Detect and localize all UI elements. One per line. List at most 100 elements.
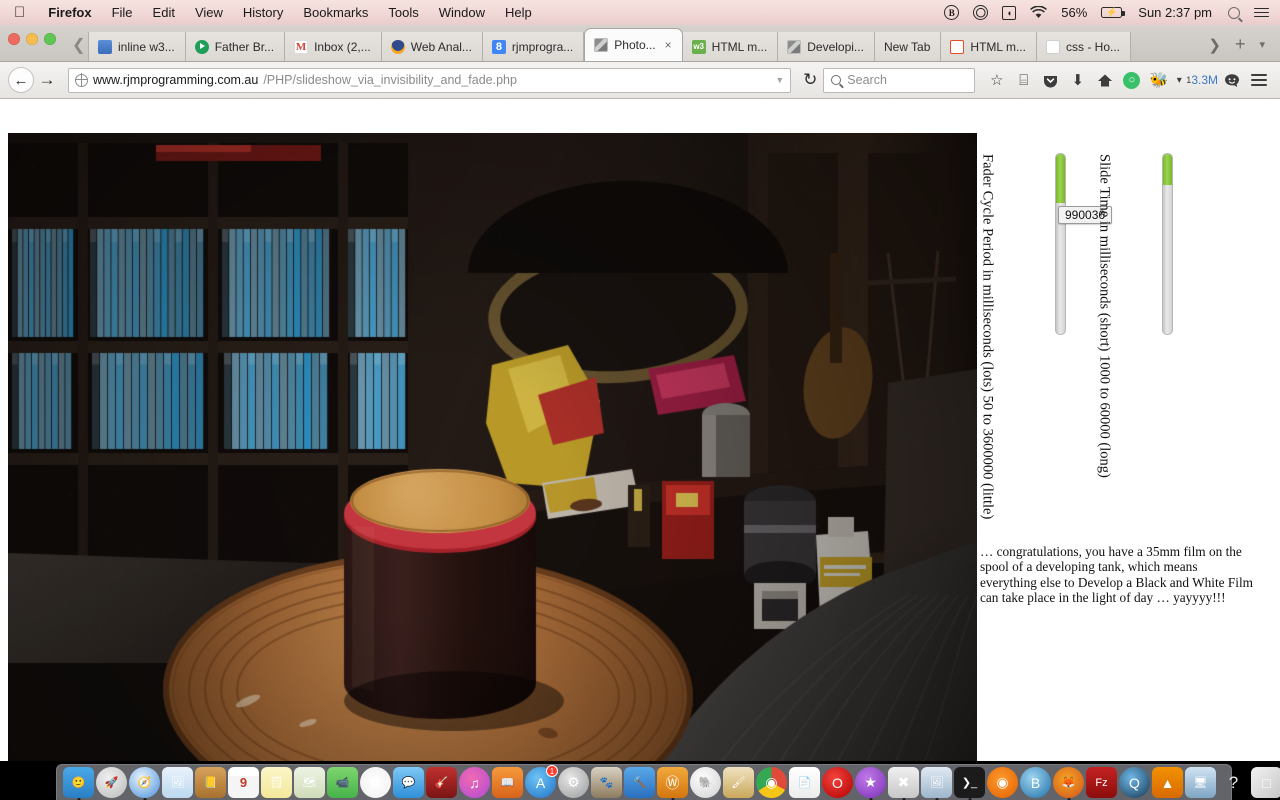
tab-developing[interactable]: Developi...: [778, 32, 875, 61]
tab-css-ho[interactable]: css - Ho...: [1037, 32, 1131, 61]
fader-cycle-period-slider[interactable]: [1055, 153, 1066, 335]
messages-icon[interactable]: 💬: [393, 767, 424, 798]
close-tab-icon[interactable]: ×: [665, 38, 672, 52]
gimp-icon[interactable]: 🐾: [591, 767, 622, 798]
tab-father-br[interactable]: Father Br...: [186, 32, 285, 61]
avast-icon[interactable]: ◉: [987, 767, 1018, 798]
list-all-tabs-icon[interactable]: ▾: [1252, 38, 1272, 51]
home-icon[interactable]: [1091, 67, 1118, 93]
tab-rjmprogramming[interactable]: 8 rjmprogra...: [483, 32, 584, 61]
new-tab-button[interactable]: +: [1228, 34, 1253, 55]
safari-icon[interactable]: 🧭: [129, 767, 160, 798]
evernote-icon[interactable]: 🐘: [690, 767, 721, 798]
menu-item-bookmarks[interactable]: Bookmarks: [293, 5, 378, 20]
battery-icon[interactable]: ⚡: [1094, 7, 1129, 18]
data-count-value[interactable]: 3.3M: [1191, 73, 1218, 87]
ibooks-icon[interactable]: 📖: [492, 767, 523, 798]
tab-html-m-2[interactable]: HTML m...: [941, 32, 1037, 61]
finder-icon[interactable]: 🙂: [63, 767, 94, 798]
app-store-icon[interactable]: A1: [525, 767, 556, 798]
url-dropdown-icon[interactable]: ▼: [775, 75, 784, 85]
scroll-tabs-left-icon[interactable]: ❮: [72, 35, 85, 55]
reload-button[interactable]: ↻: [797, 67, 823, 93]
wifi-icon[interactable]: [1023, 6, 1054, 19]
close-window-button[interactable]: [8, 33, 20, 45]
screen-sharing-icon[interactable]: 🖥: [1185, 767, 1216, 798]
chrome-icon[interactable]: ◉: [756, 767, 787, 798]
launchpad-icon[interactable]: 🚀: [96, 767, 127, 798]
reader-list-icon[interactable]: ⌸: [1010, 67, 1037, 93]
tab-inbox[interactable]: M Inbox (2,...: [285, 32, 382, 61]
menu-item-history[interactable]: History: [233, 5, 293, 20]
downloads-icon[interactable]: ⬇: [1064, 67, 1091, 93]
tab-new-tab[interactable]: New Tab: [875, 32, 941, 61]
vlc-icon[interactable]: ▲: [1152, 767, 1183, 798]
package-box-icon[interactable]: □: [1251, 767, 1280, 798]
xquartz-icon[interactable]: ✖: [888, 767, 919, 798]
menu-item-view[interactable]: View: [185, 5, 233, 20]
airplay-icon[interactable]: ◖: [995, 6, 1023, 20]
slide-time-label: Slide Time in milliseconds (short) 1000 …: [1096, 154, 1113, 478]
menu-item-window[interactable]: Window: [429, 5, 495, 20]
filezilla-icon[interactable]: Fz: [1086, 767, 1117, 798]
contacts-icon[interactable]: 📒: [195, 767, 226, 798]
calendar-icon[interactable]: 9: [228, 767, 259, 798]
favicon-photo: [594, 38, 608, 52]
maps-icon[interactable]: 🗺: [294, 767, 325, 798]
addon-dropdown-icon[interactable]: ▾: [1172, 67, 1186, 93]
xcode-icon[interactable]: 🔨: [624, 767, 655, 798]
url-path: /PHP/slideshow_via_invisibility_and_fade…: [263, 73, 517, 87]
tab-web-analytics[interactable]: Web Anal...: [382, 32, 483, 61]
forward-button[interactable]: →: [34, 67, 60, 93]
back-button[interactable]: ←: [8, 67, 34, 93]
system-preferences-icon[interactable]: ⚙: [558, 767, 589, 798]
dock-icon-glyph: 🗺: [303, 776, 317, 789]
itunes-icon[interactable]: ♫: [459, 767, 490, 798]
slideshow-photo[interactable]: [8, 133, 977, 781]
bitcoin-icon[interactable]: B: [937, 5, 966, 20]
url-bar[interactable]: www.rjmprogramming.com.au/PHP/slideshow_…: [68, 68, 791, 93]
wolfram-icon[interactable]: Ⓦ: [657, 767, 688, 798]
pocket-icon[interactable]: [1037, 67, 1064, 93]
green-circle-addon-icon[interactable]: ○: [1118, 67, 1145, 93]
minimize-window-button[interactable]: [26, 33, 38, 45]
notes-icon[interactable]: 🗒: [261, 767, 292, 798]
menu-item-tools[interactable]: Tools: [378, 5, 428, 20]
apple-menu-icon[interactable]: : [14, 5, 25, 20]
smiley-feedback-icon[interactable]: [1218, 67, 1245, 93]
bookmark-star-icon[interactable]: ☆: [983, 67, 1010, 93]
imovie-icon[interactable]: ★: [855, 767, 886, 798]
quicktime-icon[interactable]: Q: [1119, 767, 1150, 798]
facetime-icon[interactable]: 📹: [327, 767, 358, 798]
notification-center-icon[interactable]: [1247, 5, 1276, 20]
image-capture-icon[interactable]: 🖼: [921, 767, 952, 798]
garageband-icon[interactable]: 🎸: [426, 767, 457, 798]
menubar-clock[interactable]: Sun 2:37 pm: [1129, 5, 1221, 20]
firebug-icon[interactable]: 🐝: [1145, 67, 1172, 93]
opera-icon[interactable]: O: [822, 767, 853, 798]
help-question-icon[interactable]: ?: [1218, 767, 1249, 798]
tab-photo-active[interactable]: Photo... ×: [584, 28, 682, 61]
firefox-icon[interactable]: 🦊: [1053, 767, 1084, 798]
textedit-document-icon[interactable]: 📄: [789, 767, 820, 798]
spotlight-search-icon[interactable]: [1221, 7, 1247, 19]
tab-html-m-1[interactable]: w3 HTML m...: [683, 32, 779, 61]
slide-time-slider[interactable]: [1162, 153, 1173, 335]
menu-item-file[interactable]: File: [102, 5, 143, 20]
dock-icon-glyph: 🙂: [72, 776, 86, 789]
firefox-menu-button[interactable]: [1245, 67, 1272, 93]
timemachine-icon[interactable]: ◯: [966, 5, 995, 20]
tab-inline-w3[interactable]: inline w3...: [88, 32, 186, 61]
battery-percent[interactable]: 56%: [1054, 5, 1094, 20]
scroll-tabs-right-icon[interactable]: ❯: [1201, 36, 1228, 54]
menu-item-firefox[interactable]: Firefox: [38, 5, 101, 20]
preview-photo-icon[interactable]: 🖼: [162, 767, 193, 798]
menu-item-help[interactable]: Help: [495, 5, 542, 20]
brackets-icon[interactable]: B: [1020, 767, 1051, 798]
terminal-icon[interactable]: ❯_: [954, 767, 985, 798]
menu-item-edit[interactable]: Edit: [143, 5, 185, 20]
photos-icon[interactable]: ✿: [360, 767, 391, 798]
search-bar[interactable]: Search: [823, 68, 975, 93]
paintbrush-icon[interactable]: 🖌: [723, 767, 754, 798]
zoom-window-button[interactable]: [44, 33, 56, 45]
